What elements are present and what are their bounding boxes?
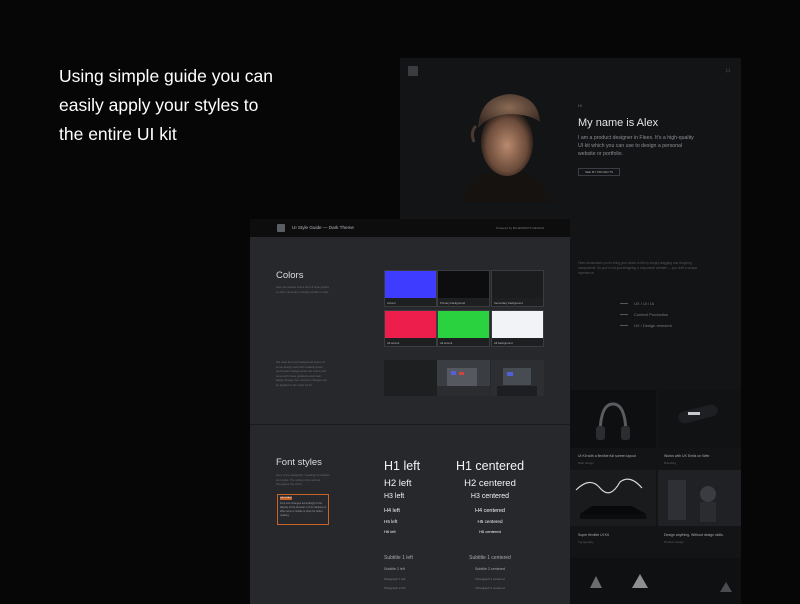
powered-by-label[interactable]: Powered by BLUEPRINTS DESIGN	[496, 226, 544, 230]
background-sample-dark[interactable]	[384, 360, 437, 396]
swatch-label: Primary background	[440, 301, 466, 305]
tile-subtitle: Typography	[578, 540, 594, 544]
color-swatch[interactable]: Alt accent	[437, 310, 490, 347]
project-image-studio[interactable]	[658, 470, 741, 526]
paragraph2-centered-sample: Paragraph 2 centered	[475, 586, 505, 590]
list-item: Content Production	[620, 309, 672, 320]
images-description: We used the best background styles on so…	[276, 360, 327, 387]
h1-left-sample: H1 left	[384, 459, 421, 473]
h3-left-sample: H3 left	[384, 493, 405, 500]
paragraph1-centered-sample: Paragraph 1 centered	[475, 577, 505, 581]
headline-line: the entire UI kit	[59, 124, 177, 144]
tile-subtitle: Branding	[664, 461, 677, 465]
color-swatch[interactable]: Secondary background	[491, 270, 544, 307]
greeting-label: Hi	[578, 103, 582, 108]
important-note: IMPORTANT Font size changes accordingly …	[277, 494, 329, 525]
subtitle2-centered-sample: Subtitle 2 centered	[475, 567, 505, 571]
fonts-description: Here is the paragraph, headings & subtit…	[276, 473, 330, 486]
presentation-canvas: Using simple guide you can easily apply …	[0, 0, 800, 604]
h2-centered-sample: H2 centered	[464, 478, 516, 489]
tile-subtitle: Web design	[578, 461, 594, 465]
list-item: UX / UI / IA	[620, 298, 672, 309]
see-projects-button[interactable]: SEE MY PROJECTS	[578, 168, 620, 176]
swatch-fill	[385, 311, 436, 338]
hero-portrait	[460, 94, 554, 202]
headline-line: Using simple guide you can	[59, 66, 274, 86]
hero-bio: I am a product designer in Fleex. It's a…	[578, 135, 694, 157]
paragraph2-left-sample: Paragraph 2 left	[384, 586, 406, 590]
h2-left-sample: H2 left	[384, 478, 412, 489]
colors-section-title: Colors	[276, 270, 304, 281]
swatch-label: Alt accent	[440, 341, 453, 345]
swatch-label: Accent	[387, 301, 396, 305]
note-text: Font size changes accordingly to the dis…	[280, 502, 326, 517]
promo-headline: Using simple guide you can easily apply …	[59, 62, 329, 149]
logo-icon[interactable]	[277, 224, 285, 232]
h6-left-sample: H6 left	[384, 529, 396, 534]
swatch-fill	[438, 311, 489, 338]
swatch-label: Alt accent	[387, 341, 400, 345]
list-item: UX / Design research	[620, 320, 672, 331]
decorative-pyramids	[570, 558, 741, 604]
note-tag: IMPORTANT	[280, 497, 292, 500]
color-swatch[interactable]: Accent	[384, 270, 437, 307]
tile-title: Works with UX Emils on Web	[664, 454, 710, 458]
logo-icon[interactable]	[408, 66, 418, 76]
hero-title: My name is Alex	[578, 117, 659, 129]
subtitle1-centered-sample: Subtitle 1 centered	[469, 555, 511, 561]
project-image-watch[interactable]	[658, 390, 741, 448]
project-image-car[interactable]	[570, 470, 656, 526]
h1-centered-sample: H1 centered	[455, 459, 525, 473]
h3-centered-sample: H3 centered	[470, 493, 510, 500]
tile-title: UI Kit with a flexible full screen layou…	[578, 454, 636, 458]
guide-title: UI Style Guide — Dark Theme	[292, 225, 354, 230]
section-divider	[250, 424, 570, 425]
swatch-fill	[492, 271, 543, 298]
colors-description: Here are palette colors and UI style gui…	[276, 285, 329, 294]
tile-title: Design anything. Without design skills.	[664, 533, 724, 537]
grid-icon[interactable]: ⁙	[725, 67, 731, 75]
h4-left-sample: H4 left	[384, 508, 400, 514]
swatch-fill	[492, 311, 543, 338]
about-paragraph: Fleex showcases you to bring your vision…	[578, 261, 698, 275]
background-sample-photo[interactable]	[437, 360, 490, 396]
style-guide-preview: UI Style Guide — Dark Theme Powered by B…	[250, 219, 570, 604]
swatch-fill	[438, 271, 489, 298]
swatch-label: Secondary background	[494, 301, 523, 305]
swatch-label: Alt background	[494, 341, 513, 345]
tile-title: Super flexible UI Kit	[578, 533, 609, 537]
color-swatch[interactable]: Alt accent	[384, 310, 437, 347]
background-sample-laptop[interactable]	[491, 360, 544, 396]
color-swatch[interactable]: Alt background	[491, 310, 544, 347]
fonts-section-title: Font styles	[276, 457, 322, 468]
services-list: UX / UI / IA Content Production UX / Des…	[620, 298, 672, 331]
guide-header: UI Style Guide — Dark Theme Powered by B…	[250, 219, 570, 237]
h4-centered-sample: H4 centered	[475, 508, 505, 514]
swatch-fill	[385, 271, 436, 298]
headline-line: easily apply your styles to	[59, 95, 259, 115]
h5-centered-sample: H5 centered	[477, 519, 503, 524]
project-image-headphones[interactable]	[570, 390, 656, 448]
h6-centered-sample: H6 centered	[479, 529, 501, 534]
color-swatch[interactable]: Primary background	[437, 270, 490, 307]
h5-left-sample: H5 left	[384, 519, 398, 524]
subtitle2-left-sample: Subtitle 2 left	[384, 567, 405, 571]
subtitle1-left-sample: Subtitle 1 left	[384, 555, 413, 561]
paragraph1-left-sample: Paragraph 1 left	[384, 577, 406, 581]
tile-subtitle: Product design	[664, 540, 685, 544]
